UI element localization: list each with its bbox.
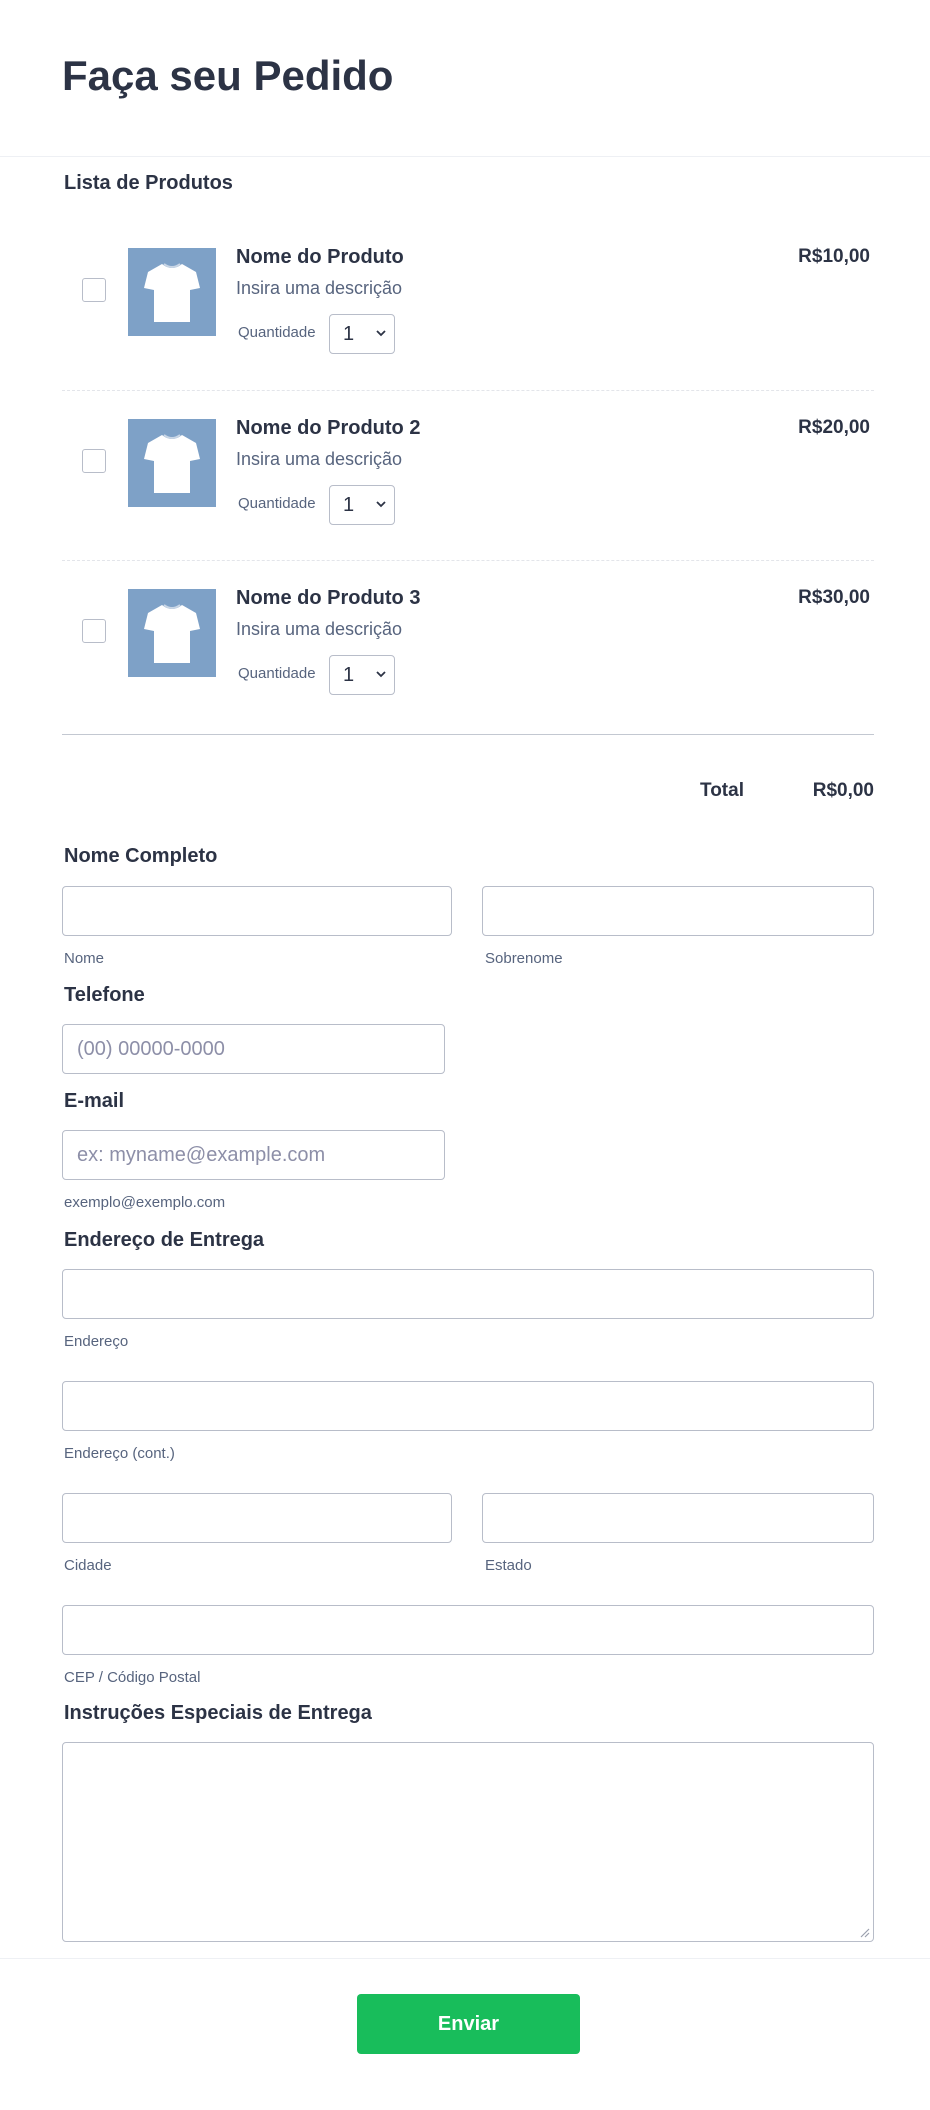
- state-input[interactable]: [482, 1493, 874, 1543]
- product-checkbox[interactable]: [82, 449, 106, 473]
- first-name-sublabel: Nome: [64, 950, 105, 967]
- state-sublabel: Estado: [485, 1557, 532, 1574]
- instructions-textarea[interactable]: [62, 1742, 874, 1942]
- zip-input[interactable]: [62, 1605, 874, 1655]
- chevron-down-icon: [376, 330, 386, 337]
- quantity-select[interactable]: 1: [329, 655, 395, 695]
- address-line1-input[interactable]: [62, 1269, 874, 1319]
- zip-sublabel: CEP / Código Postal: [64, 1669, 201, 1686]
- quantity-label: Quantidade: [238, 495, 316, 512]
- email-input[interactable]: [62, 1130, 445, 1180]
- address-line2-input[interactable]: [62, 1381, 874, 1431]
- phone-label: Telefone: [64, 984, 145, 1006]
- products-label: Lista de Produtos: [64, 172, 233, 194]
- product-description: Insira uma descrição: [236, 619, 403, 639]
- instructions-label: Instruções Especiais de Entrega: [64, 1702, 372, 1724]
- products-divider: [62, 734, 874, 735]
- product-checkbox[interactable]: [82, 619, 106, 643]
- product-checkbox[interactable]: [82, 278, 106, 302]
- city-input[interactable]: [62, 1493, 452, 1543]
- quantity-select[interactable]: 1: [329, 314, 395, 354]
- address-label: Endereço de Entrega: [64, 1229, 265, 1251]
- product-price: R$20,00: [798, 417, 870, 438]
- address-line2-sublabel: Endereço (cont.): [64, 1445, 175, 1462]
- product-name: Nome do Produto 3: [236, 587, 421, 609]
- quantity-value: 1: [343, 494, 355, 516]
- total-value: R$0,00: [812, 780, 874, 801]
- form-header: Faça seu Pedido: [0, 0, 930, 157]
- first-name-input[interactable]: [62, 886, 452, 936]
- resize-grip-icon[interactable]: [858, 1926, 870, 1938]
- tshirt-icon: [128, 248, 216, 336]
- email-sublabel: exemplo@exemplo.com: [64, 1194, 226, 1211]
- quantity-label: Quantidade: [238, 665, 316, 682]
- submit-button[interactable]: Enviar: [357, 1994, 580, 2054]
- last-name-sublabel: Sobrenome: [485, 950, 563, 967]
- product-name: Nome do Produto: [236, 246, 404, 268]
- quantity-value: 1: [343, 664, 355, 686]
- quantity-select[interactable]: 1: [329, 485, 395, 525]
- chevron-down-icon: [376, 501, 386, 508]
- product-item: Nome do Produto 3 Insira uma descrição Q…: [62, 560, 874, 731]
- tshirt-icon: [128, 589, 216, 677]
- email-label: E-mail: [64, 1090, 125, 1112]
- product-item: Nome do Produto 2 Insira uma descrição Q…: [62, 390, 874, 561]
- last-name-input[interactable]: [482, 886, 874, 936]
- total-label: Total: [700, 780, 744, 801]
- phone-input[interactable]: [62, 1024, 445, 1074]
- quantity-value: 1: [343, 323, 355, 345]
- product-name: Nome do Produto 2: [236, 417, 421, 439]
- address-line1-sublabel: Endereço: [64, 1333, 129, 1350]
- product-description: Insira uma descrição: [236, 278, 403, 298]
- product-price: R$10,00: [798, 246, 870, 267]
- quantity-label: Quantidade: [238, 324, 316, 341]
- product-price: R$30,00: [798, 587, 870, 608]
- chevron-down-icon: [376, 671, 386, 678]
- full-name-label: Nome Completo: [64, 845, 218, 867]
- city-sublabel: Cidade: [64, 1557, 112, 1574]
- product-item: Nome do Produto Insira uma descrição Qua…: [62, 220, 874, 390]
- tshirt-icon: [128, 419, 216, 507]
- page-title: Faça seu Pedido: [62, 52, 394, 99]
- product-description: Insira uma descrição: [236, 449, 403, 469]
